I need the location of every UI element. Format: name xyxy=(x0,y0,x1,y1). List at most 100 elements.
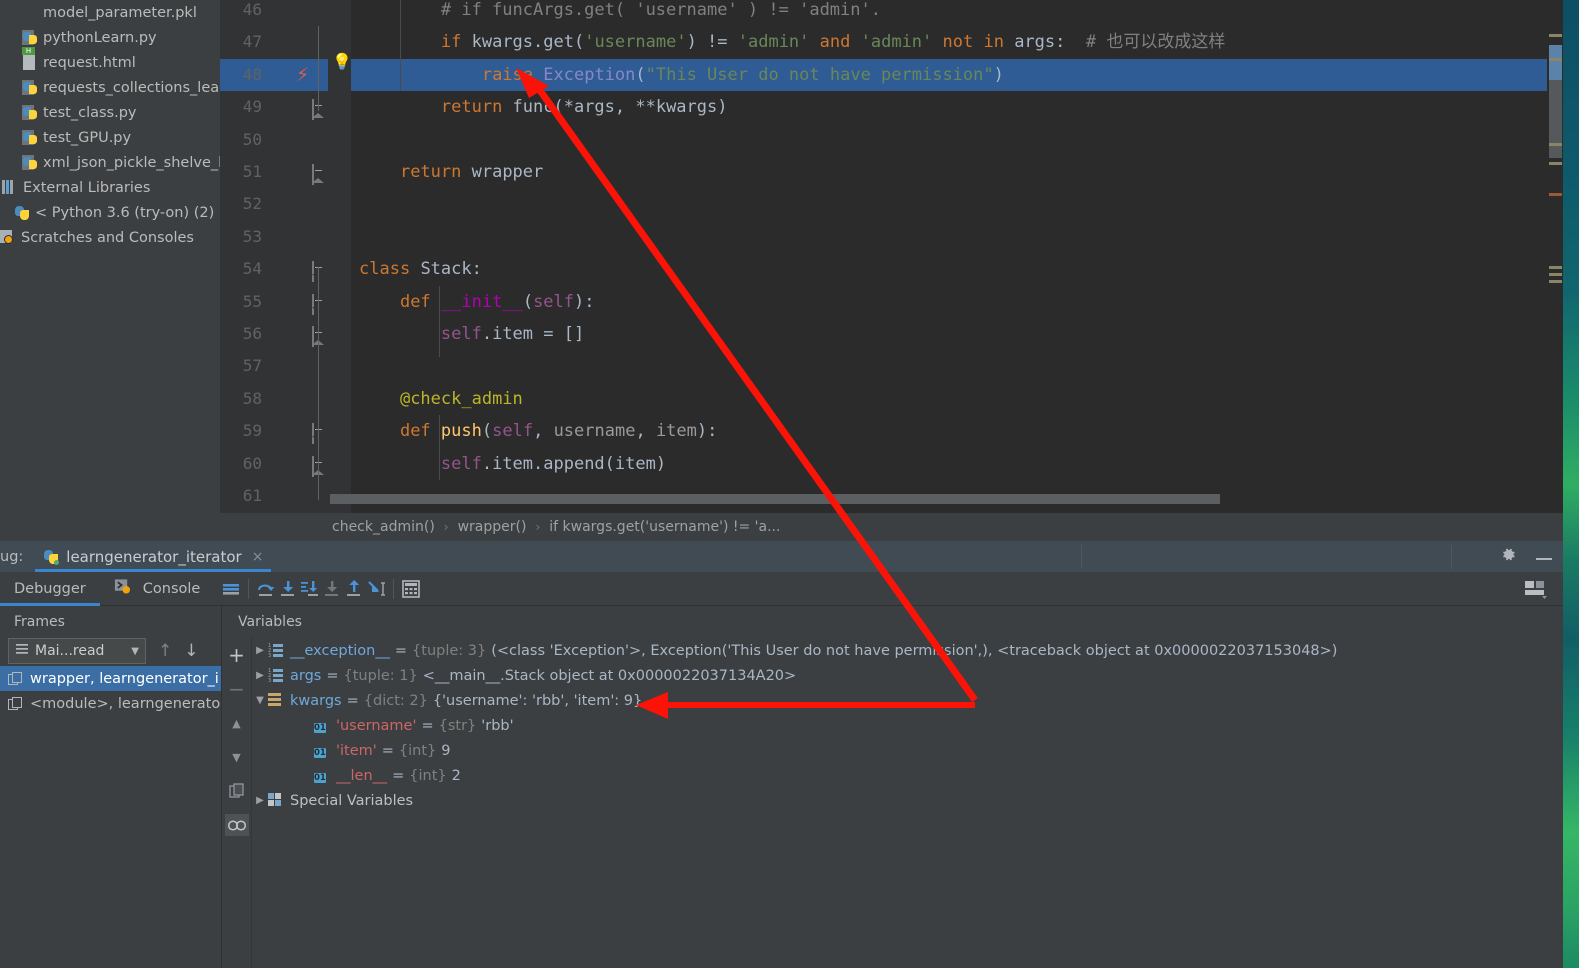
project-tree-item[interactable]: requests_collections_learn xyxy=(0,75,220,100)
variable-row[interactable]: ▶ 1 2 3 args = {tuple: 1} <__main__.Stack objec… xyxy=(252,663,1547,688)
variable-row[interactable]: 01 'item' = {int} 9 xyxy=(252,738,1547,763)
evaluate-expression-icon[interactable] xyxy=(400,578,422,600)
force-step-into-icon[interactable] xyxy=(299,578,321,600)
project-tree-item[interactable]: model_parameter.pkl xyxy=(0,0,220,25)
code-line[interactable] xyxy=(351,124,1563,156)
breadcrumb[interactable]: check_admin() › wrapper() › if kwargs.ge… xyxy=(220,513,1563,541)
thread-selector[interactable]: Mai...read ▼ xyxy=(8,638,146,664)
code-line[interactable] xyxy=(351,188,1563,220)
copy-value-icon[interactable] xyxy=(225,780,249,802)
variable-row[interactable]: ▶ Special Variables xyxy=(252,788,1547,813)
gutter-line[interactable]: 56 xyxy=(220,318,328,350)
gutter-line[interactable]: 46 xyxy=(220,0,328,26)
tab-debugger[interactable]: Debugger xyxy=(0,572,100,606)
layout-settings-icon[interactable] xyxy=(1523,578,1549,599)
scrollbar-thumb[interactable] xyxy=(1549,80,1562,158)
frame-row[interactable]: <module>, learngenerato xyxy=(0,691,221,716)
code-line[interactable]: if kwargs.get('username') != 'admin' and… xyxy=(351,26,1563,58)
arrow-down-icon[interactable]: ↓ xyxy=(184,641,198,661)
variable-row[interactable]: 01 'username' = {str}'rbb' xyxy=(252,713,1547,738)
fold-start-marker[interactable] xyxy=(312,293,326,315)
fold-start-marker[interactable] xyxy=(312,423,326,445)
project-tree-item[interactable]: test_GPU.py xyxy=(0,125,220,150)
variable-row[interactable]: ▶ 1 2 3 __exception__ = {tuple: 3} (<class 'Exc… xyxy=(252,638,1547,663)
gutter-line[interactable]: 55 xyxy=(220,286,328,318)
breadcrumb-item-0[interactable]: check_admin() xyxy=(332,519,435,535)
add-watch-icon[interactable]: + xyxy=(225,643,249,667)
fold-end-marker[interactable] xyxy=(312,99,326,121)
fold-end-marker[interactable] xyxy=(312,164,326,185)
project-tree-item[interactable]: External Libraries xyxy=(0,175,220,200)
step-over-icon[interactable] xyxy=(255,578,277,600)
variable-row[interactable]: ▼ kwargs = {dict: 2} {'username': 'rbb', 'it… xyxy=(252,688,1547,713)
move-down-icon[interactable]: ▼ xyxy=(225,746,249,768)
project-tree-item[interactable]: Hrequest.html xyxy=(0,46,220,75)
variables-list[interactable]: ▶ 1 2 3 __exception__ = {tuple: 3} (<class 'Exc… xyxy=(252,636,1547,968)
code-line[interactable]: return wrapper xyxy=(351,156,1563,188)
debug-session-tab[interactable]: learngenerator_iterator × xyxy=(35,541,272,572)
lightbulb-icon[interactable]: 💡 xyxy=(332,52,352,71)
editor-gutter[interactable]: 46 47 48 ⚡ 49 50 51 52 53 54 55 56 57 58 59 60 61 xyxy=(220,0,328,513)
gutter-line[interactable]: 52 xyxy=(220,188,328,220)
gutter-line[interactable]: 58 xyxy=(220,383,328,415)
code-line[interactable]: def push(self, username, item): xyxy=(351,415,1563,447)
step-into-my-code-icon[interactable] xyxy=(321,578,343,600)
project-tree-item[interactable]: Scratches and Consoles xyxy=(0,225,220,250)
code-line[interactable]: return func(*args, **kwargs) xyxy=(351,91,1563,123)
breadcrumb-item-2[interactable]: if kwargs.get('username') != 'a... xyxy=(549,519,780,535)
variable-row[interactable]: 01 __len__ = {int} 2 xyxy=(252,763,1547,788)
arrow-up-icon[interactable]: ↑ xyxy=(158,641,172,661)
gutter-line[interactable]: 60 xyxy=(220,448,328,480)
tab-console[interactable]: Console xyxy=(100,572,215,606)
close-icon[interactable]: × xyxy=(252,549,264,565)
code-line[interactable]: raise Exception("This User do not have p… xyxy=(351,58,1563,92)
gutter-line[interactable]: 47 xyxy=(220,26,328,58)
code-line[interactable] xyxy=(351,221,1563,253)
gutter-line[interactable]: 61 xyxy=(220,480,328,512)
code-editor[interactable]: 46 47 48 ⚡ 49 50 51 52 53 54 55 56 57 58 59 60 61 💡 # if… xyxy=(220,0,1563,513)
code-line[interactable]: @check_admin xyxy=(351,383,1563,415)
watches-icon[interactable] xyxy=(224,814,249,836)
editor-vertical-scrollbar[interactable] xyxy=(1547,0,1563,513)
variables-side-toolbar[interactable]: + − ▲ ▼ xyxy=(222,636,252,968)
expand-arrow-icon[interactable]: ▼ xyxy=(252,695,268,706)
code-line[interactable]: self.item = [] xyxy=(351,318,1563,350)
code-line[interactable]: self.item.append(item) xyxy=(351,448,1563,480)
gutter-line[interactable]: 48 ⚡ xyxy=(220,58,328,92)
move-up-icon[interactable]: ▲ xyxy=(225,712,249,734)
code-line[interactable]: # if funcArgs.get( 'username' ) != 'admi… xyxy=(351,0,1563,26)
gutter-line[interactable]: 50 xyxy=(220,124,328,156)
code-line[interactable] xyxy=(351,350,1563,382)
editor-horizontal-scrollbar[interactable] xyxy=(330,494,1220,504)
scrollbar-thumb-highlight[interactable] xyxy=(1549,45,1562,80)
variables-pane[interactable]: Variables + − ▲ ▼ ▶ 1 2 3 __exception__ … xyxy=(222,606,1547,968)
project-tree-item[interactable]: xml_json_pickle_shelve_le xyxy=(0,150,220,175)
fold-end-marker[interactable] xyxy=(312,326,326,347)
code-line[interactable]: class Stack: xyxy=(351,253,1563,285)
project-tree[interactable]: model_parameter.pkl pythonLearn.py Hreques… xyxy=(0,0,220,513)
fold-end-marker[interactable] xyxy=(312,455,326,477)
step-into-icon[interactable] xyxy=(277,578,299,600)
expand-arrow-icon[interactable]: ▶ xyxy=(252,795,268,806)
frame-row[interactable]: wrapper, learngenerator_i xyxy=(0,666,221,691)
expand-arrow-icon[interactable]: ▶ xyxy=(252,645,268,656)
code-line[interactable] xyxy=(351,480,1563,495)
mute-breakpoints-icon[interactable] xyxy=(220,578,242,600)
gutter-line[interactable]: 59 xyxy=(220,415,328,447)
gutter-line[interactable]: 51 xyxy=(220,156,328,188)
chevron-down-icon[interactable]: ▼ xyxy=(131,646,139,657)
remove-watch-icon[interactable]: − xyxy=(225,677,249,701)
run-to-cursor-icon[interactable] xyxy=(365,578,387,600)
step-out-icon[interactable] xyxy=(343,578,365,600)
frames-pane[interactable]: Frames Mai...read ▼ ↑ ↓ wrapper, learnge… xyxy=(0,606,222,968)
gutter-line[interactable]: 54 xyxy=(220,253,328,285)
project-tree-item[interactable]: test_class.py xyxy=(0,100,220,125)
debug-toolbar[interactable]: Debugger Console xyxy=(0,572,1563,606)
gear-icon[interactable] xyxy=(1500,546,1517,567)
debug-tool-window[interactable]: ug: learngenerator_iterator × Debugger C… xyxy=(0,541,1563,968)
gutter-line[interactable]: 57 xyxy=(220,350,328,382)
gutter-line[interactable]: 53 xyxy=(220,221,328,253)
expand-arrow-icon[interactable]: ▶ xyxy=(252,670,268,681)
breadcrumb-item-1[interactable]: wrapper() xyxy=(458,519,527,535)
code-line[interactable]: def __init__(self): xyxy=(351,286,1563,318)
